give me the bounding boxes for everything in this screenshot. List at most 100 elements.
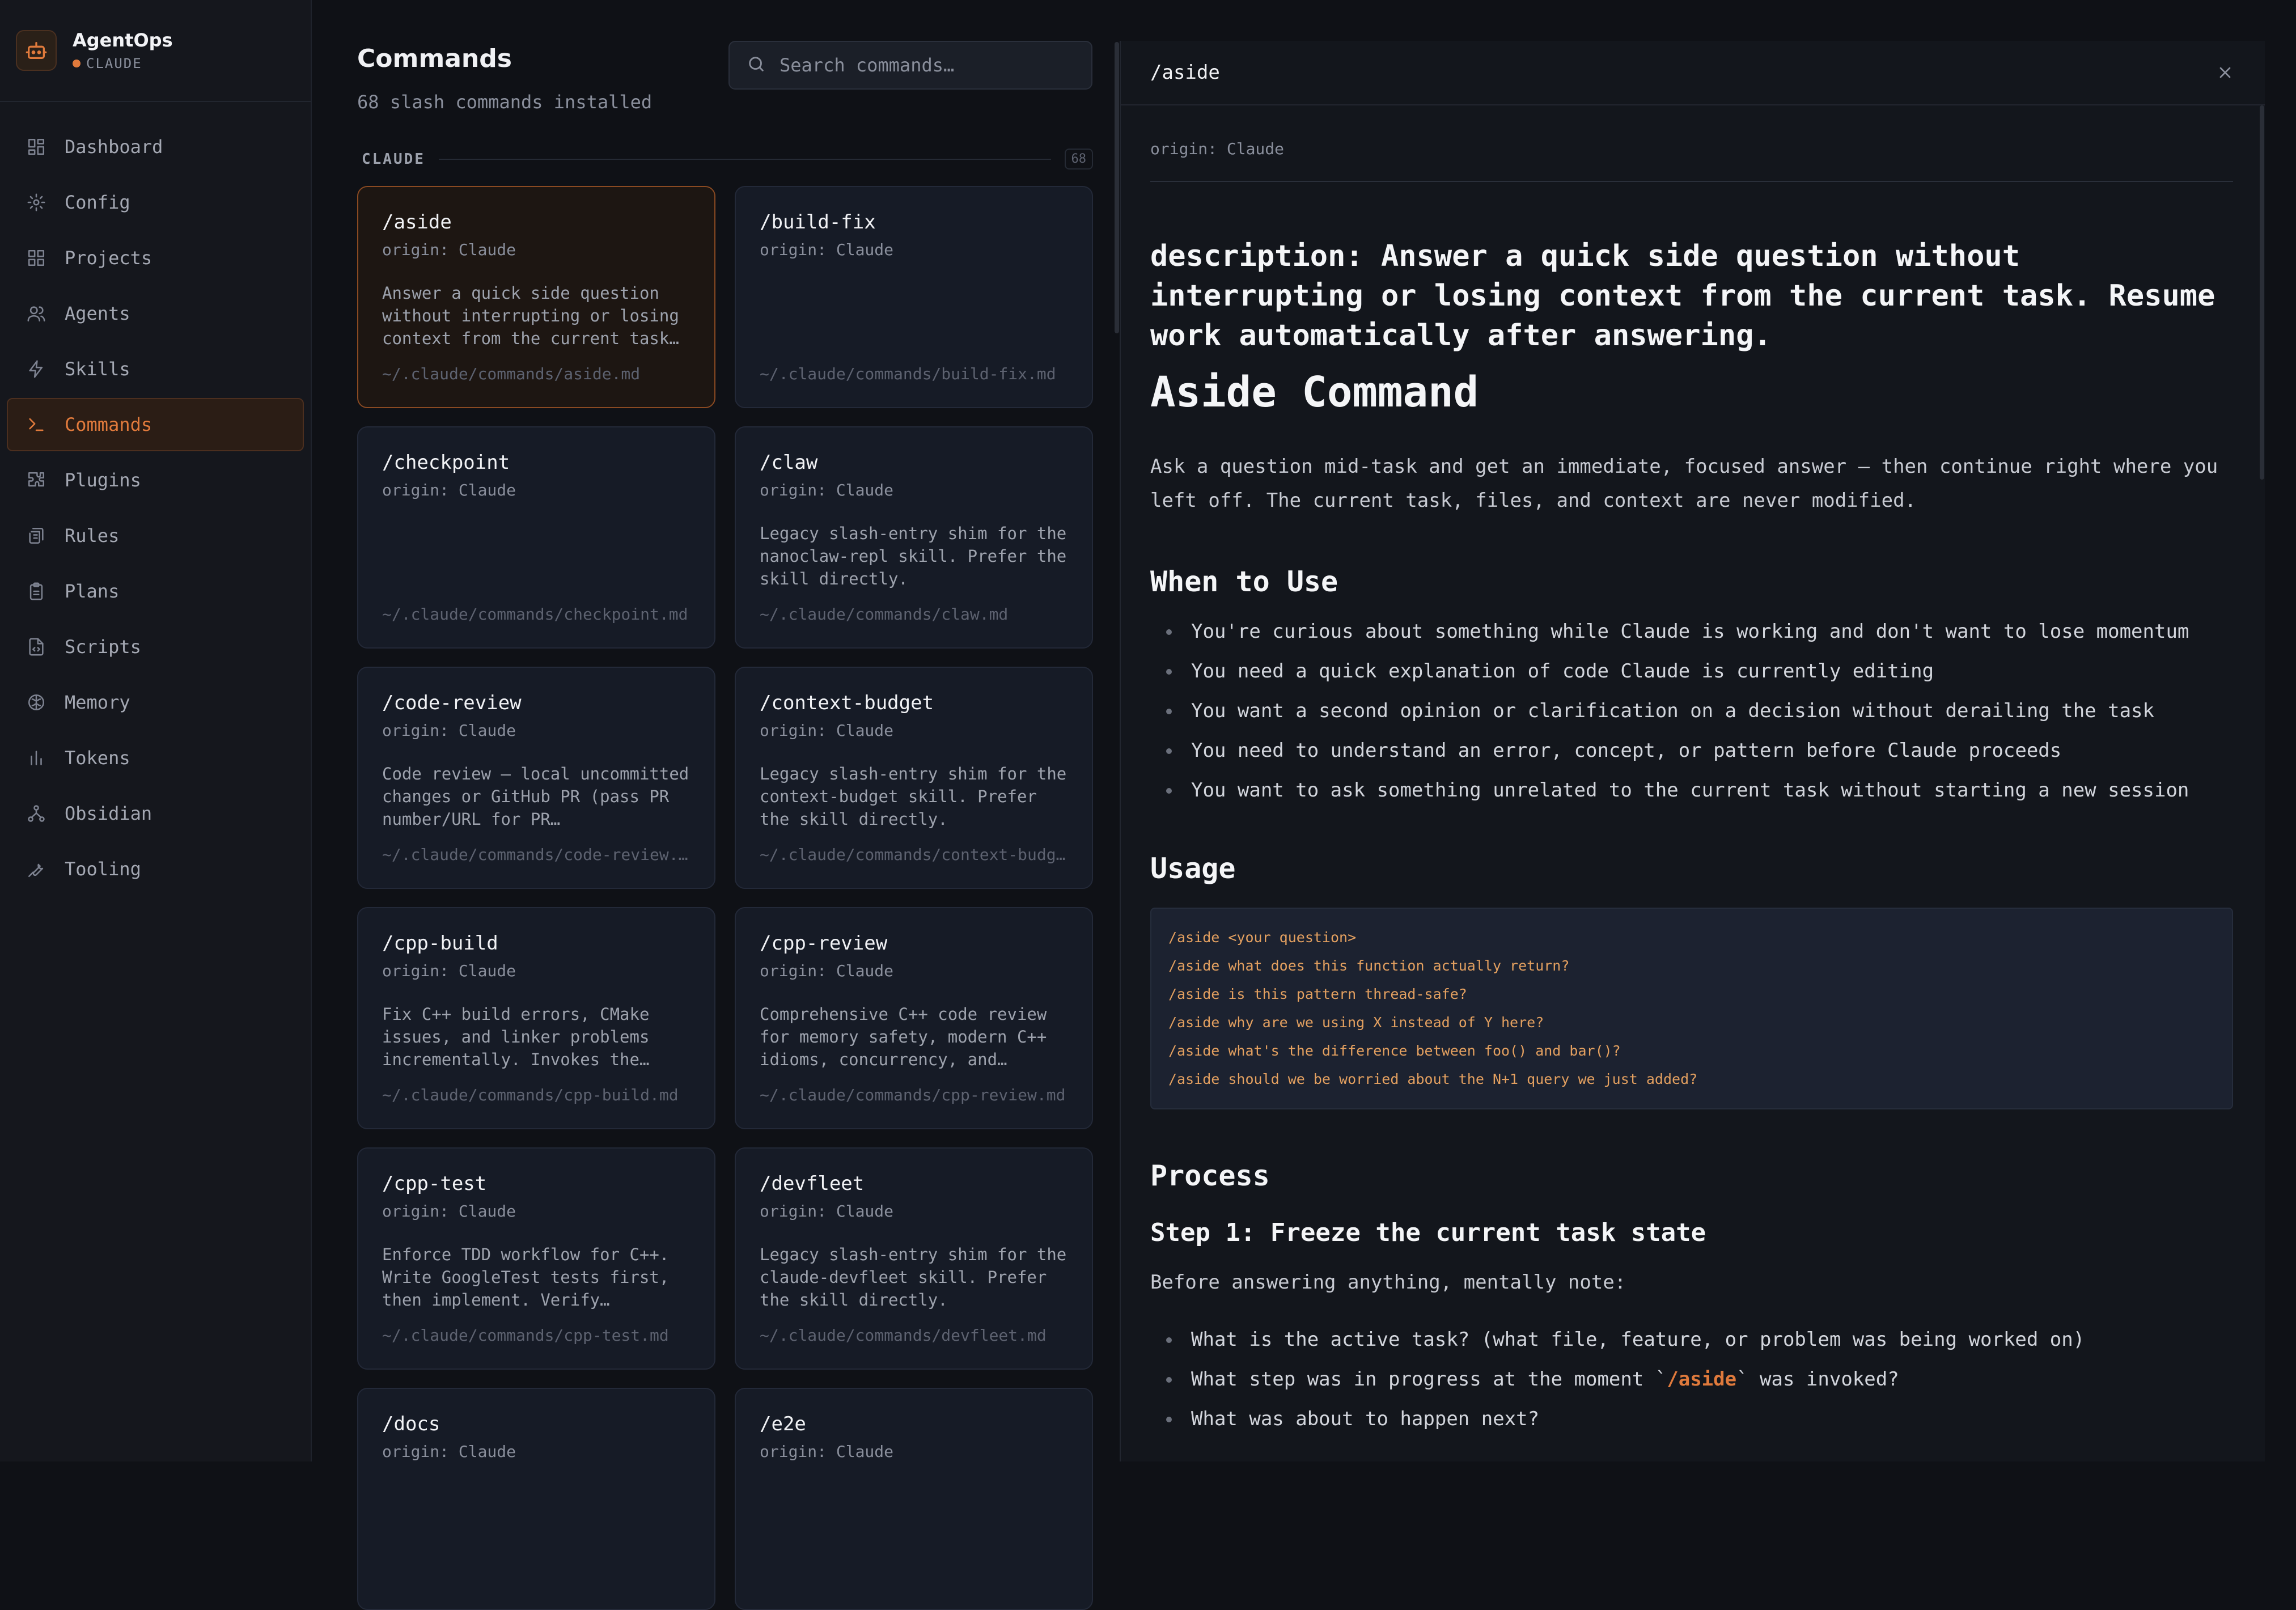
command-path: ~/.claude/commands/claw.md xyxy=(760,605,1070,624)
process-heading: Process xyxy=(1150,1159,2233,1192)
command-card[interactable]: /cpp-testorigin: ClaudeEnforce TDD workf… xyxy=(357,1147,715,1370)
sidebar-item-projects[interactable]: Projects xyxy=(7,231,304,285)
command-card[interactable]: /claworigin: ClaudeLegacy slash-entry sh… xyxy=(735,426,1093,649)
step1-item-text: What was about to happen next? xyxy=(1191,1408,1539,1430)
command-card[interactable]: /checkpointorigin: Claude~/.claude/comma… xyxy=(357,426,715,649)
command-origin: origin: Claude xyxy=(760,481,1068,499)
sidebar-item-label: Tokens xyxy=(65,747,130,769)
close-icon[interactable] xyxy=(2214,61,2236,84)
step1-list: What is the active task? (what file, fea… xyxy=(1150,1320,2233,1439)
step1-intro: Before answering anything, mentally note… xyxy=(1150,1271,2233,1294)
command-card[interactable]: /asideorigin: ClaudeAnswer a quick side … xyxy=(357,186,715,408)
sidebar-item-commands[interactable]: Commands xyxy=(7,398,304,451)
command-name: /code-review xyxy=(382,692,691,714)
command-origin: origin: Claude xyxy=(382,721,691,740)
commands-panel: Commands 68 slash commands installed CLA… xyxy=(312,0,1120,1461)
command-name: /context-budget xyxy=(760,692,1068,714)
detail-title: /aside xyxy=(1150,61,1220,84)
robot-icon xyxy=(16,30,57,71)
detail-panel: /aside origin: Claude description: Answe… xyxy=(1120,41,2265,1461)
sidebar-item-label: Agents xyxy=(65,303,130,324)
search-input[interactable] xyxy=(780,54,1086,76)
step1-item-text-after: ` was invoked? xyxy=(1736,1368,1899,1391)
when-heading: When to Use xyxy=(1150,565,2233,598)
command-card[interactable]: /cpp-buildorigin: ClaudeFix C++ build er… xyxy=(357,907,715,1129)
terminal-icon xyxy=(25,413,48,436)
usage-line: /aside is this pattern thread-safe? xyxy=(1168,980,2215,1009)
detail-intro: Ask a question mid-task and get an immed… xyxy=(1150,450,2233,518)
step1-item: What is the active task? (what file, fea… xyxy=(1150,1320,2233,1359)
command-card[interactable]: /devfleetorigin: ClaudeLegacy slash-entr… xyxy=(735,1147,1093,1370)
sidebar-item-label: Skills xyxy=(65,358,130,380)
sidebar-item-obsidian[interactable]: Obsidian xyxy=(7,787,304,840)
command-name: /docs xyxy=(382,1413,691,1435)
command-path: ~/.claude/commands/devfleet.md xyxy=(760,1326,1070,1345)
command-name: /checkpoint xyxy=(382,451,691,474)
sidebar-item-rules[interactable]: Rules xyxy=(7,509,304,562)
sidebar-item-tokens[interactable]: Tokens xyxy=(7,731,304,785)
usage-code-block: /aside <your question>/aside what does t… xyxy=(1150,908,2233,1109)
command-path: ~/.claude/commands/code-review.md xyxy=(382,845,693,864)
command-path: ~/.claude/commands/cpp-build.md xyxy=(382,1086,693,1104)
command-description: Legacy slash-entry shim for the nanoclaw… xyxy=(760,522,1068,590)
sidebar-item-label: Projects xyxy=(65,247,152,269)
command-card[interactable]: /build-fixorigin: Claude~/.claude/comman… xyxy=(735,186,1093,408)
sidebar-item-dashboard[interactable]: Dashboard xyxy=(7,120,304,173)
group-header: CLAUDE 68 xyxy=(362,149,1093,170)
command-path: ~/.claude/commands/context-budget.md xyxy=(760,845,1070,864)
group-divider xyxy=(439,159,1051,160)
sidebar-item-label: Dashboard xyxy=(65,136,163,158)
command-name: /cpp-review xyxy=(760,932,1068,955)
status-dot xyxy=(73,60,81,67)
sidebar-item-plans[interactable]: Plans xyxy=(7,565,304,618)
command-origin: origin: Claude xyxy=(760,1202,1068,1221)
sidebar-item-agents[interactable]: Agents xyxy=(7,287,304,340)
command-name: /cpp-test xyxy=(382,1172,691,1195)
page-title: Commands xyxy=(357,44,652,73)
search-box[interactable] xyxy=(728,41,1092,90)
command-origin: origin: Claude xyxy=(760,1442,1068,1461)
sidebar-item-skills[interactable]: Skills xyxy=(7,342,304,396)
detail-description: description: Answer a quick side questio… xyxy=(1150,236,2233,355)
usage-line: /aside <your question> xyxy=(1168,923,2215,952)
sidebar-item-config[interactable]: Config xyxy=(7,176,304,229)
detail-heading: Aside Command xyxy=(1150,368,2233,417)
command-origin: origin: Claude xyxy=(760,961,1068,980)
commands-header: Commands 68 slash commands installed xyxy=(357,44,652,113)
wrench-icon xyxy=(25,858,48,880)
command-card[interactable]: /context-budgetorigin: ClaudeLegacy slas… xyxy=(735,667,1093,889)
command-card[interactable]: /code-revieworigin: ClaudeCode review — … xyxy=(357,667,715,889)
sidebar-item-label: Plugins xyxy=(65,469,141,491)
command-name: /e2e xyxy=(760,1413,1068,1435)
app-name: AgentOps xyxy=(73,29,173,51)
command-origin: origin: Claude xyxy=(760,240,1068,259)
command-origin: origin: Claude xyxy=(382,1442,691,1461)
command-description: Legacy slash-entry shim for the context-… xyxy=(760,762,1068,831)
sidebar-item-label: Commands xyxy=(65,414,152,435)
group-label: CLAUDE xyxy=(362,151,425,168)
sidebar-item-label: Config xyxy=(65,192,130,213)
commands-scrollbar[interactable] xyxy=(1115,42,1119,333)
command-card[interactable]: /docs origin: Claude xyxy=(357,1388,715,1610)
usage-heading: Usage xyxy=(1150,852,2233,885)
sidebar-nav: Dashboard Config Projects Agents Skills Comma… xyxy=(0,102,311,896)
when-list: You're curious about something while Cla… xyxy=(1150,612,2233,810)
sidebar-item-memory[interactable]: Memory xyxy=(7,676,304,729)
command-name: /cpp-build xyxy=(382,932,691,955)
sidebar-item-tooling[interactable]: Tooling xyxy=(7,842,304,896)
command-origin: origin: Claude xyxy=(382,961,691,980)
page-subtitle: 68 slash commands installed xyxy=(357,91,652,113)
sidebar-item-scripts[interactable]: Scripts xyxy=(7,620,304,673)
command-card[interactable]: /e2e origin: Claude xyxy=(735,1388,1093,1610)
sidebar-item-label: Scripts xyxy=(65,636,141,658)
inline-code: /aside xyxy=(1667,1368,1736,1391)
dashboard-icon xyxy=(25,135,48,158)
group-count-badge: 68 xyxy=(1065,149,1094,170)
command-card[interactable]: /cpp-revieworigin: ClaudeComprehensive C… xyxy=(735,907,1093,1129)
step1-item-text: What is the active task? (what file, fea… xyxy=(1191,1328,2085,1351)
sidebar-item-label: Obsidian xyxy=(65,803,152,824)
sidebar-item-plugins[interactable]: Plugins xyxy=(7,454,304,507)
detail-scrollbar[interactable] xyxy=(2260,105,2264,480)
command-path: ~/.claude/commands/checkpoint.md xyxy=(382,605,693,624)
step1-item: What step was in progress at the moment … xyxy=(1150,1359,2233,1399)
